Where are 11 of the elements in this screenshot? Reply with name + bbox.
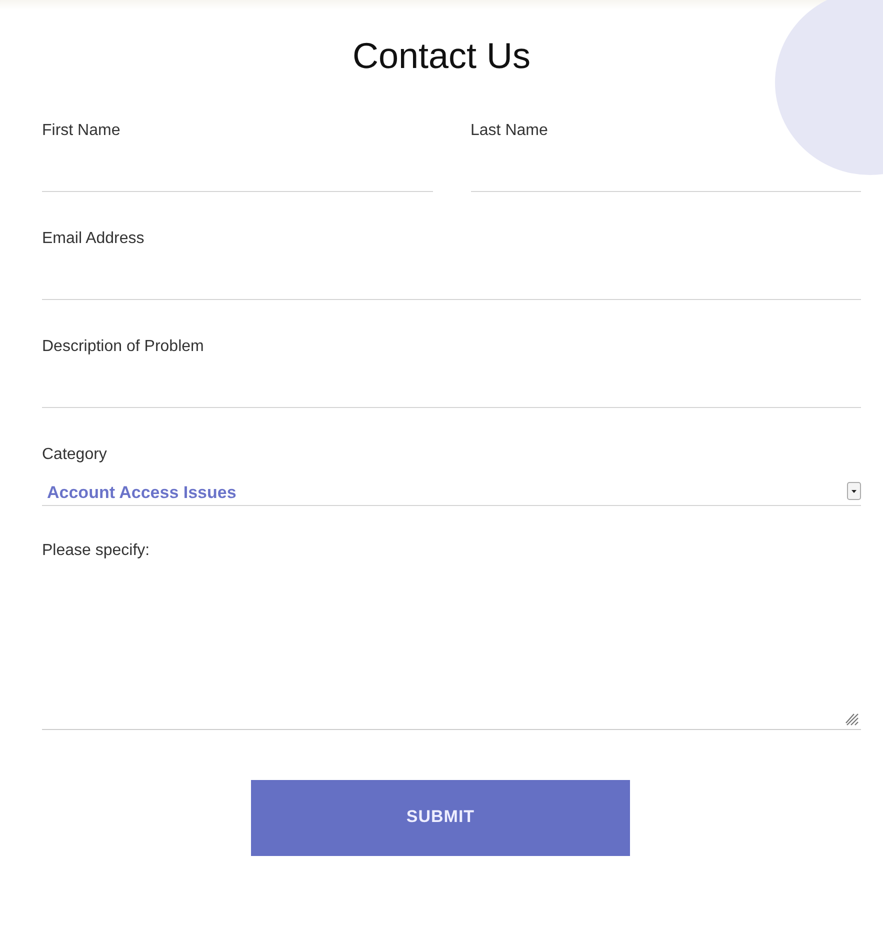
category-dropdown[interactable]: Account Access Issues	[42, 481, 861, 506]
field-label: Last Name	[470, 121, 549, 141]
resize-handle-icon[interactable]	[845, 712, 859, 726]
field-label: Category	[42, 445, 108, 465]
field-label: Please specify:	[42, 541, 151, 561]
caret-icon	[847, 482, 861, 500]
field-label: First Name	[42, 121, 122, 141]
field-label: Email Address	[42, 229, 146, 249]
field-label: Description of Problem	[42, 337, 205, 357]
page-title: Contact Us	[351, 38, 532, 74]
submit-button[interactable]: SUBMIT	[251, 780, 630, 856]
